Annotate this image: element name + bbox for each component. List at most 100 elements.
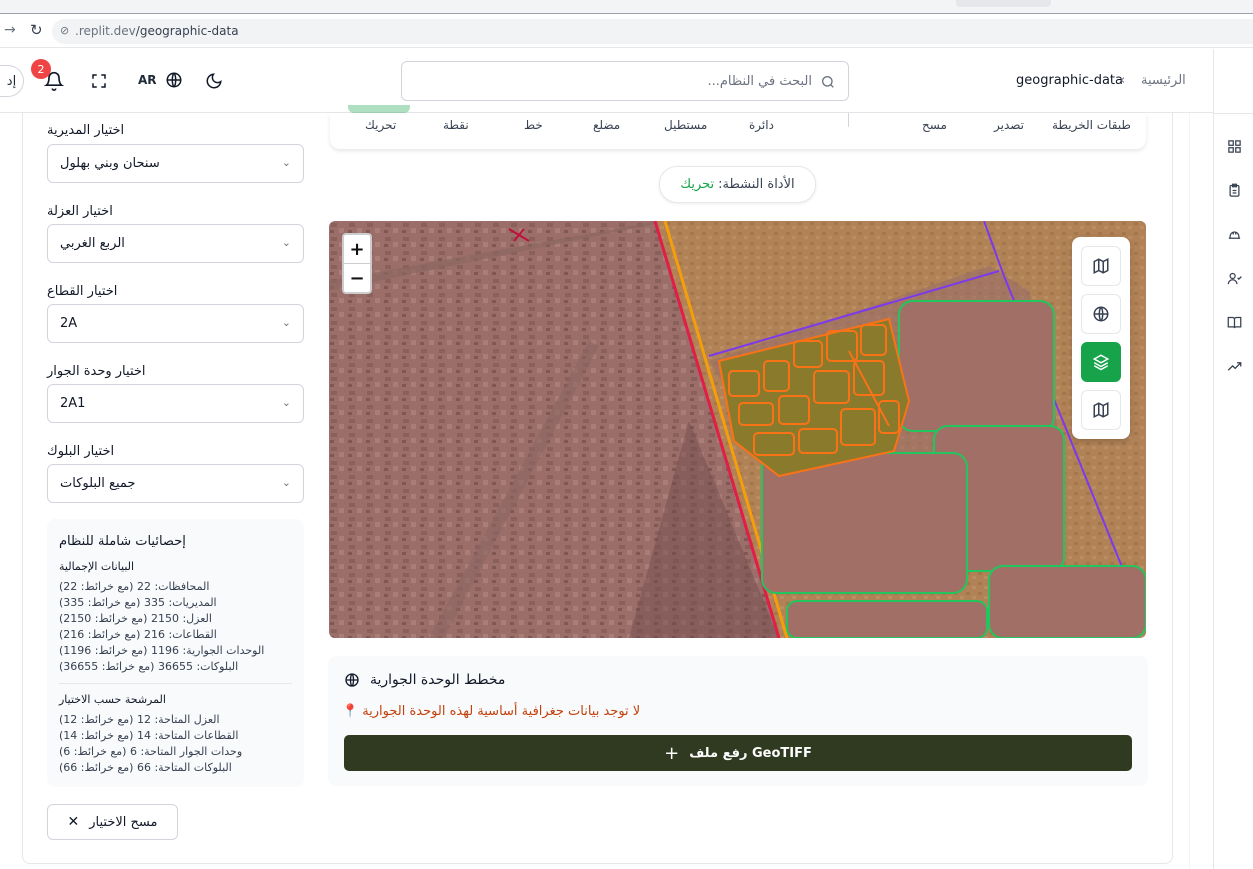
layer-switcher (1072, 237, 1130, 439)
block-polygon[interactable] (988, 565, 1146, 638)
stat-line: القطاعات المتاحة: 14 (مع خرائط: 14) (59, 729, 239, 742)
sector-select[interactable]: 2A ⌄ (47, 304, 304, 343)
theme-toggle[interactable] (205, 72, 223, 94)
hardhat-icon[interactable] (1214, 219, 1253, 249)
block-polygon[interactable] (786, 600, 988, 638)
zoom-in-button[interactable]: + (344, 235, 370, 263)
selected-value: 2A1 (60, 396, 86, 411)
divider (59, 683, 292, 684)
scroll-edge (1189, 113, 1190, 869)
system-stats-panel: إحصائيات شاملة للنظام البيانات الإجمالية… (47, 519, 304, 787)
upload-geotiff-button[interactable]: + رفع ملف GeoTIFF (344, 735, 1132, 771)
breadcrumb-current: geographic-data (1016, 73, 1123, 88)
filter-label-neighborhood: اختيار وحدة الجوار (47, 364, 146, 379)
link-icon: ⊘ (60, 24, 70, 37)
plan-warning: 📍 لا توجد بيانات جغرافية أساسية لهذه الو… (342, 704, 640, 719)
browser-tab-strip (0, 0, 1253, 14)
neighborhood-select[interactable]: 2A1 ⌄ (47, 384, 304, 423)
map-icon (1093, 258, 1109, 274)
search-icon (822, 76, 834, 88)
stat-line: المديريات: 335 (مع خرائط: 335) (59, 596, 217, 609)
pin-icon: 📍 (342, 704, 359, 719)
notification-badge: 2 (31, 59, 51, 79)
terrain-map-button[interactable] (1081, 390, 1121, 430)
user-avatar[interactable]: إد (0, 65, 24, 97)
chevron-down-icon: ⌄ (281, 156, 291, 169)
stats-totals-heading: البيانات الإجمالية (59, 560, 135, 573)
tool-polygon[interactable]: مضلع (593, 118, 620, 132)
tool-export[interactable]: تصدير (994, 118, 1024, 132)
fullscreen-button[interactable] (90, 72, 108, 94)
plus-icon: + (664, 742, 680, 764)
active-tool-pill: الأداة النشطة: تحريك (659, 166, 816, 203)
stat-line: الوحدات الجوارية: 1196 (مع خرائط: 1196) (59, 644, 265, 657)
tool-clear[interactable]: مسح (922, 118, 947, 132)
breadcrumb-home[interactable]: الرئيسية (1141, 73, 1186, 88)
active-tool-value: تحريك (680, 177, 715, 192)
map-canvas[interactable] (329, 221, 1146, 638)
search-input[interactable] (432, 62, 812, 100)
language-switch[interactable]: AR (138, 71, 183, 89)
plan-header: مخطط الوحدة الجوارية (344, 672, 505, 688)
divider (1214, 113, 1253, 114)
satellite-map[interactable] (329, 221, 1146, 638)
url-text[interactable]: .replit.dev/geographic-data (75, 24, 239, 38)
globe-icon (166, 72, 182, 88)
url-domain: .replit.dev (75, 24, 136, 38)
chevron-down-icon: ⌄ (281, 236, 291, 249)
street-map-button[interactable] (1081, 246, 1121, 286)
tool-circle[interactable]: دائرة (749, 118, 774, 132)
stats-title: إحصائيات شاملة للنظام (59, 534, 186, 549)
language-label: AR (138, 73, 157, 87)
layers-icon (1092, 354, 1110, 371)
dashboard-icon[interactable] (1214, 131, 1253, 161)
breadcrumb-separator: ‹ (1120, 73, 1126, 88)
moon-icon (206, 73, 222, 89)
uzla-select[interactable]: الربع الغربي ⌄ (47, 224, 304, 263)
plan-warning-text: لا توجد بيانات جغرافية أساسية لهذه الوحد… (362, 704, 641, 719)
block-select[interactable]: جميع البلوكات ⌄ (47, 464, 304, 503)
tool-layers[interactable]: طبقات الخريطة (1052, 118, 1131, 132)
toolbar-divider (848, 113, 849, 127)
book-icon[interactable] (1214, 307, 1253, 337)
filter-label-sector: اختيار القطاع (47, 284, 118, 299)
stat-line: البلوكات المتاحة: 66 (مع خرائط: 66) (59, 761, 232, 774)
trending-icon[interactable] (1214, 351, 1253, 381)
globe-layer-button[interactable] (1081, 294, 1121, 334)
search-box[interactable] (401, 61, 849, 101)
plan-title: مخطط الوحدة الجوارية (370, 672, 506, 688)
filter-label-directorate: اختيار المديرية (47, 123, 125, 138)
zoom-out-button[interactable]: − (344, 264, 370, 292)
clear-selection-button[interactable]: ✕ مسح الاختيار (47, 804, 178, 840)
tool-point[interactable]: نقطة (443, 118, 469, 132)
close-icon: ✕ (67, 814, 80, 830)
selected-value: جميع البلوكات (60, 476, 136, 491)
tool-rectangle[interactable]: مستطيل (664, 118, 707, 132)
globe-icon (1093, 306, 1109, 322)
map-icon (1093, 402, 1109, 418)
stat-line: العزل المتاحة: 12 (مع خرائط: 12) (59, 713, 220, 726)
selected-value: الربع الغربي (60, 236, 125, 251)
chevron-down-icon: ⌄ (281, 476, 291, 489)
url-path: /geographic-data (135, 24, 239, 38)
layers-button[interactable] (1081, 342, 1121, 382)
right-sidebar (1213, 49, 1253, 869)
globe-icon (345, 673, 359, 687)
stats-filtered-heading: المرشحة حسب الاختيار (59, 693, 166, 706)
tool-line[interactable]: خط (524, 118, 543, 132)
chevron-down-icon: ⌄ (281, 396, 291, 409)
tool-move[interactable]: تحريك (365, 118, 396, 132)
upload-label: رفع ملف GeoTIFF (689, 745, 812, 761)
clipboard-icon[interactable] (1214, 175, 1253, 205)
selected-value: سنحان وبني بهلول (60, 156, 160, 171)
stat-line: وحدات الجوار المتاحة: 6 (مع خرائط: 6) (59, 745, 243, 758)
users-icon[interactable] (1214, 263, 1253, 293)
stat-line: القطاعات: 216 (مع خرائط: 216) (59, 628, 217, 641)
forward-arrow-icon[interactable]: → (4, 22, 16, 38)
directorate-select[interactable]: سنحان وبني بهلول ⌄ (47, 144, 304, 183)
browser-tab[interactable] (956, 0, 1051, 7)
reload-icon[interactable]: ↻ (30, 21, 43, 39)
filter-label-uzla: اختيار العزلة (47, 204, 113, 219)
stat-line: البلوكات: 36655 (مع خرائط: 36655) (59, 660, 239, 673)
block-polygon[interactable] (898, 300, 1055, 432)
